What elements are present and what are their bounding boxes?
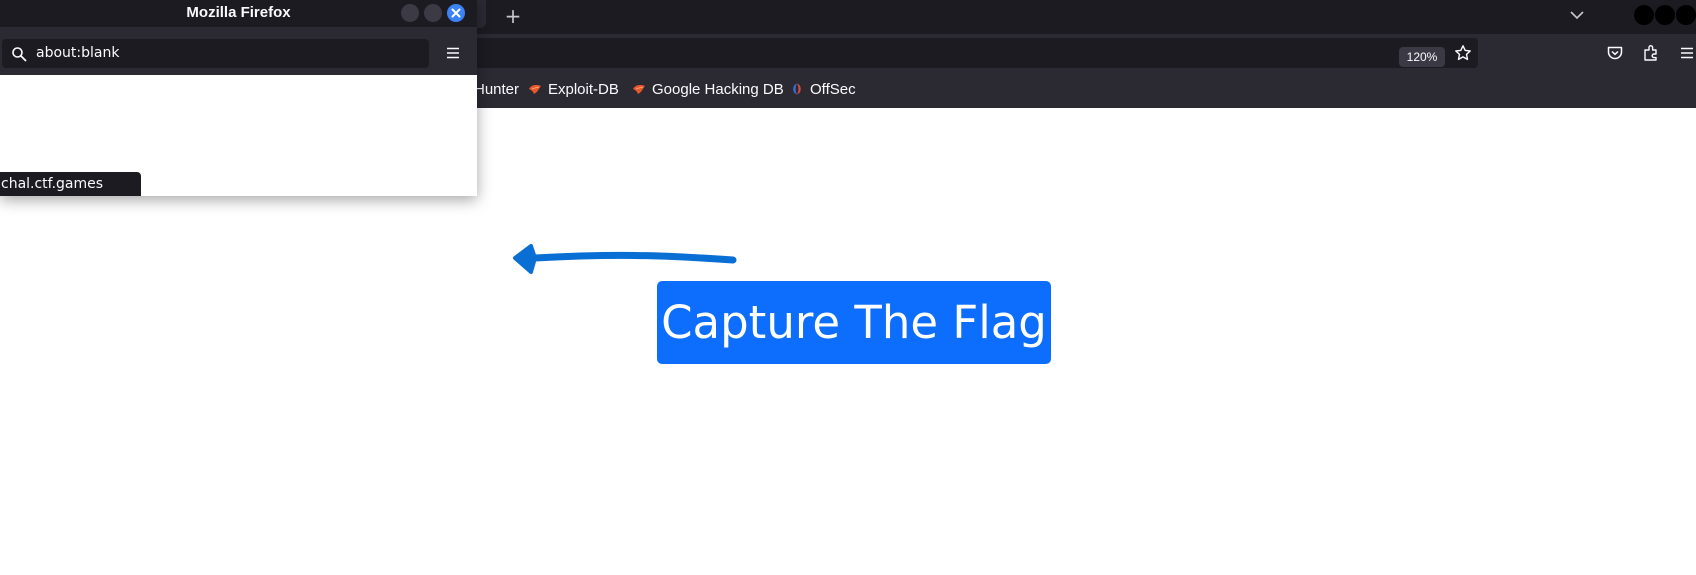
- bookmark-label: Hunter: [474, 81, 520, 98]
- popup-status-bar: chal.ctf.games: [0, 172, 141, 196]
- desktop-screen: t + 120% Hunter: [0, 0, 1696, 575]
- popup-maximize-button[interactable]: [424, 4, 442, 22]
- popup-url-text: about:blank: [36, 45, 120, 61]
- window-minimize-button[interactable]: [1634, 5, 1654, 25]
- bookmark-hunter[interactable]: Hunter: [474, 81, 519, 99]
- address-bar[interactable]: 120%: [470, 38, 1478, 68]
- close-icon: [451, 8, 461, 18]
- zoom-level-badge[interactable]: 120%: [1399, 47, 1445, 67]
- bookmark-offsec[interactable]: OffSec: [790, 81, 856, 99]
- popup-close-button[interactable]: [447, 4, 465, 22]
- bookmark-label: Exploit-DB: [548, 81, 619, 98]
- popup-menu-icon[interactable]: [444, 44, 462, 62]
- pocket-icon[interactable]: [1606, 44, 1624, 62]
- ghdb-icon: [633, 85, 645, 94]
- popup-address-bar[interactable]: about:blank: [2, 39, 429, 68]
- window-close-button[interactable]: [1676, 5, 1696, 25]
- window-maximize-button[interactable]: [1655, 5, 1675, 25]
- popup-minimize-button[interactable]: [401, 4, 419, 22]
- chevron-down-icon[interactable]: [1566, 4, 1588, 26]
- popup-window: Mozilla Firefox about:blank chal.ctf.gam…: [0, 0, 477, 196]
- popup-title-bar[interactable]: Mozilla Firefox: [0, 0, 477, 27]
- offsec-icon: [793, 83, 801, 95]
- extensions-icon[interactable]: [1642, 44, 1660, 62]
- bookmark-google-hacking-db[interactable]: Google Hacking DB: [632, 81, 784, 99]
- bookmark-label: OffSec: [810, 81, 856, 98]
- bookmark-star-icon[interactable]: [1454, 44, 1472, 62]
- bookmark-label: Google Hacking DB: [652, 81, 784, 98]
- exploit-db-icon: [529, 85, 541, 94]
- capture-the-flag-button[interactable]: Capture The Flag: [657, 281, 1051, 364]
- search-icon: [12, 47, 27, 62]
- popup-toolbar: about:blank: [0, 27, 477, 75]
- app-menu-icon[interactable]: [1678, 44, 1696, 62]
- new-tab-button[interactable]: +: [500, 3, 526, 29]
- bookmark-exploit-db[interactable]: Exploit-DB: [528, 81, 619, 99]
